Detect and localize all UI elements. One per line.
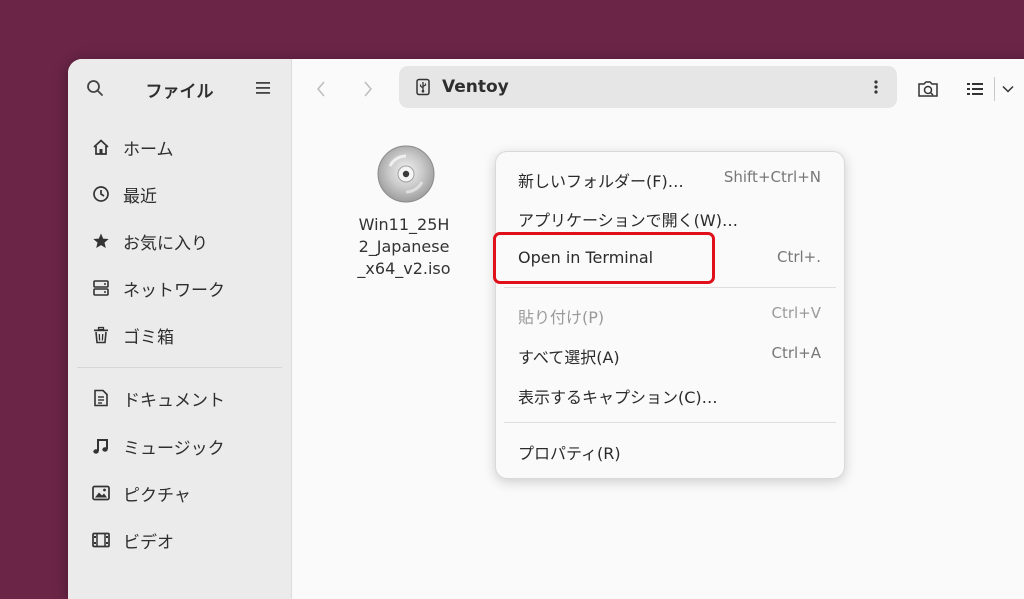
home-icon bbox=[90, 137, 112, 157]
menu-item-label: 貼り付け(P) bbox=[518, 304, 604, 328]
sidebar-item-label: ビデオ bbox=[123, 528, 174, 553]
video-icon bbox=[90, 530, 112, 550]
sidebar-item-trash[interactable]: ゴミ箱 bbox=[68, 314, 291, 356]
location-label: Ventoy bbox=[442, 77, 509, 97]
sidebar-item-label: ミュージック bbox=[123, 434, 225, 459]
menu-item-shortcut: Ctrl+V bbox=[771, 304, 821, 322]
menu-item-shortcut: Shift+Ctrl+N bbox=[724, 168, 821, 186]
menu-item-label: プロパティ(R) bbox=[518, 440, 621, 464]
usb-drive-icon bbox=[414, 78, 432, 96]
menu-separator bbox=[504, 287, 836, 288]
back-button[interactable] bbox=[307, 75, 335, 103]
sidebar-item-label: ピクチャ bbox=[123, 481, 191, 506]
sidebar-item-label: お気に入り bbox=[123, 229, 208, 254]
search-folder-icon[interactable] bbox=[914, 75, 942, 103]
sidebar-item-home[interactable]: ホーム bbox=[68, 126, 291, 168]
network-icon bbox=[90, 278, 112, 298]
toolbar-divider bbox=[994, 77, 995, 101]
forward-button[interactable] bbox=[354, 75, 382, 103]
sidebar-item-favorites[interactable]: お気に入り bbox=[68, 220, 291, 262]
sidebar-item-documents[interactable]: ドキュメント bbox=[68, 377, 291, 419]
hamburger-menu-icon[interactable] bbox=[250, 75, 276, 101]
menu-item-select-all[interactable]: すべて選択(A) Ctrl+A bbox=[496, 336, 844, 374]
menu-item-label: すべて選択(A) bbox=[518, 344, 620, 368]
chevron-down-icon[interactable] bbox=[999, 75, 1017, 103]
picture-icon bbox=[90, 483, 112, 503]
star-icon bbox=[90, 231, 112, 251]
menu-item-visible-captions[interactable]: 表示するキャプション(C)… bbox=[496, 376, 844, 414]
sidebar-item-network[interactable]: ネットワーク bbox=[68, 267, 291, 309]
sidebar-item-label: ホーム bbox=[123, 135, 174, 160]
menu-item-shortcut: Ctrl+. bbox=[777, 248, 821, 266]
optical-disc-icon bbox=[376, 144, 436, 204]
location-bar[interactable]: Ventoy bbox=[399, 66, 897, 108]
highlight-annotation bbox=[493, 232, 715, 284]
sidebar-item-pictures[interactable]: ピクチャ bbox=[68, 472, 291, 514]
document-icon bbox=[90, 388, 112, 408]
menu-item-shortcut: Ctrl+A bbox=[771, 344, 821, 362]
menu-item-properties[interactable]: プロパティ(R) bbox=[496, 432, 844, 470]
sidebar-item-label: ゴミ箱 bbox=[123, 323, 174, 348]
context-menu: 新しいフォルダー(F)… Shift+Ctrl+N アプリケーションで開く(W)… bbox=[495, 151, 845, 479]
music-icon bbox=[90, 436, 112, 456]
menu-item-label: 表示するキャプション(C)… bbox=[518, 384, 718, 408]
sidebar-item-videos[interactable]: ビデオ bbox=[68, 519, 291, 561]
menu-item-label: 新しいフォルダー(F)… bbox=[518, 168, 684, 192]
list-view-icon[interactable] bbox=[964, 75, 986, 103]
menu-item-new-folder[interactable]: 新しいフォルダー(F)… Shift+Ctrl+N bbox=[496, 160, 844, 198]
sidebar-item-label: 最近 bbox=[123, 182, 157, 207]
kebab-menu-icon[interactable] bbox=[863, 74, 889, 100]
menu-separator bbox=[504, 422, 836, 423]
sidebar: ファイル ホーム 最近 お気に入り ネッ bbox=[68, 59, 292, 599]
sidebar-header: ファイル bbox=[68, 59, 291, 117]
sidebar-item-label: ドキュメント bbox=[123, 386, 225, 411]
recent-icon bbox=[90, 184, 112, 204]
menu-item-label: アプリケーションで開く(W)… bbox=[518, 207, 738, 231]
sidebar-item-music[interactable]: ミュージック bbox=[68, 425, 291, 467]
sidebar-item-label: ネットワーク bbox=[123, 276, 225, 301]
trash-icon bbox=[90, 325, 112, 345]
file-name: Win11_25H 2_Japanese _x64_v2.iso bbox=[328, 214, 480, 280]
sidebar-item-recent[interactable]: 最近 bbox=[68, 173, 291, 215]
menu-item-paste: 貼り付け(P) Ctrl+V bbox=[496, 296, 844, 334]
sidebar-divider bbox=[77, 367, 282, 368]
